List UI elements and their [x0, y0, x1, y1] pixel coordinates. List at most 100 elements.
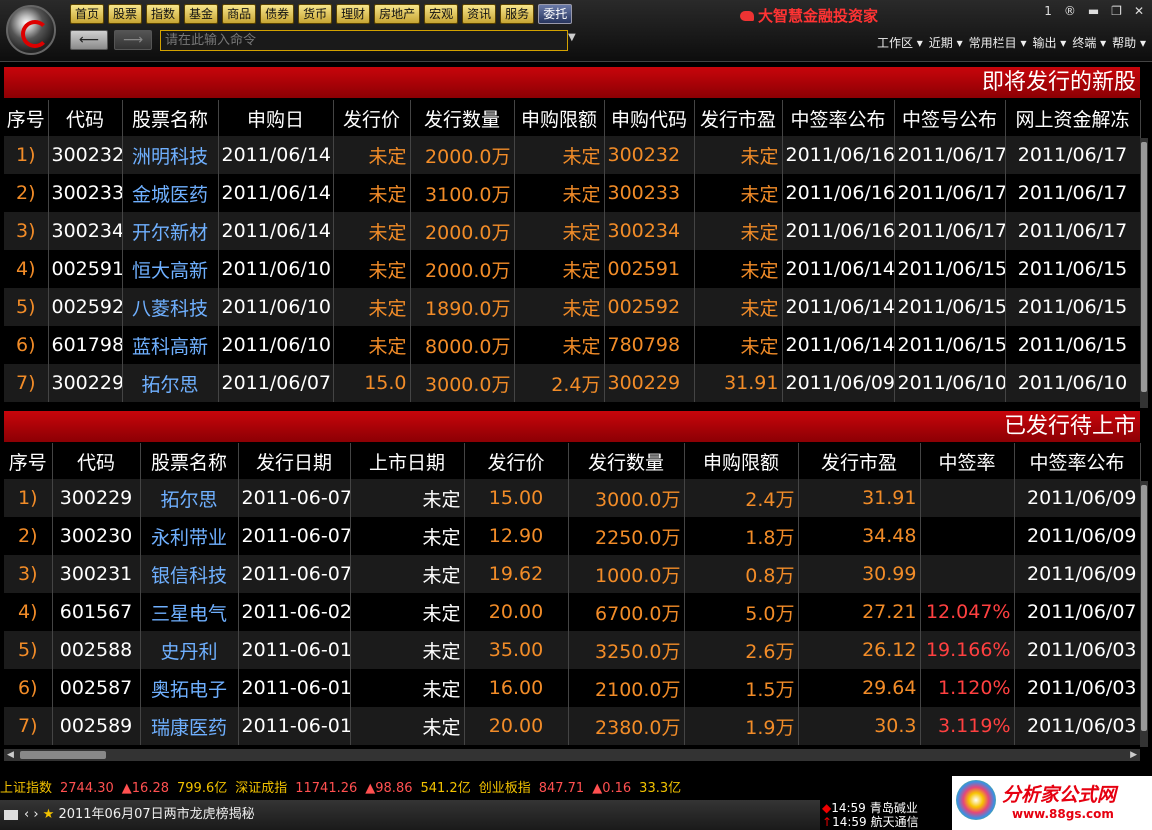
table-cell: 3250.0万: [568, 631, 685, 669]
right-menu-item-5[interactable]: 帮助 ▾: [1112, 34, 1146, 51]
mail-icon[interactable]: [4, 809, 18, 820]
command-dropdown-icon[interactable]: ▼: [568, 32, 576, 43]
table-cell: 0.8万: [684, 555, 799, 593]
upcoming-header-2[interactable]: 股票名称: [122, 100, 219, 136]
table-cell: 未定: [350, 593, 465, 631]
table-row[interactable]: 7) 002589 瑞康医药 2011-06-01 未定 20.00 2380.0万 1.9万…: [4, 707, 1141, 745]
pending-header-3[interactable]: 发行日期: [238, 443, 351, 479]
table-row[interactable]: 3) 300231 银信科技 2011-06-07 未定 19.62 1000.0万 0.8万…: [4, 555, 1141, 593]
upcoming-header-9[interactable]: 中签率公布: [782, 100, 895, 136]
pending-header-6[interactable]: 发行数量: [568, 443, 685, 479]
pending-header-1[interactable]: 代码: [52, 443, 141, 479]
table-cell: 2011/06/17: [894, 212, 1006, 250]
ticker-name[interactable]: 深证成指: [235, 781, 287, 796]
horizontal-scrollbar[interactable]: ◀ ▶: [4, 749, 1140, 761]
table-cell: [920, 517, 1015, 555]
right-menu-item-1[interactable]: 近期 ▾: [929, 34, 963, 51]
table-cell: 2011-06-07: [238, 479, 351, 517]
pending-header-5[interactable]: 发行价: [464, 443, 569, 479]
alert-item[interactable]: ↑14:59 航天通信: [822, 815, 950, 829]
upcoming-header-5[interactable]: 发行数量: [410, 100, 515, 136]
pending-header-10[interactable]: 中签率公布: [1014, 443, 1141, 479]
close-button[interactable]: ✕: [1134, 4, 1144, 18]
right-menu-item-0[interactable]: 工作区 ▾: [877, 34, 923, 51]
table-cell: 6): [4, 669, 53, 707]
menu-item-10[interactable]: 资讯: [462, 4, 497, 24]
pending-header-7[interactable]: 申购限额: [684, 443, 799, 479]
table-row[interactable]: 6) 601798 蓝科高新 2011/06/10 未定 8000.0万 未定 780798 未…: [4, 326, 1141, 364]
upcoming-header-0[interactable]: 序号: [4, 100, 49, 136]
alert-item[interactable]: ◆14:59 青岛碱业: [822, 801, 950, 815]
table-row[interactable]: 1) 300229 拓尔思 2011-06-07 未定 15.00 3000.0万 2.4万 3…: [4, 479, 1141, 517]
table-cell: 300234: [48, 212, 123, 250]
table-cell: 3100.0万: [410, 174, 515, 212]
upcoming-header-6[interactable]: 申购限额: [514, 100, 605, 136]
table-row[interactable]: 2) 300230 永利带业 2011-06-07 未定 12.90 2250.0万 1.8万…: [4, 517, 1141, 555]
table-cell: 2011/06/15: [1005, 326, 1141, 364]
table-row[interactable]: 6) 002587 奥拓电子 2011-06-01 未定 16.00 2100.0万 1.5万…: [4, 669, 1141, 707]
upcoming-header-10[interactable]: 中签号公布: [894, 100, 1006, 136]
back-button[interactable]: ⟵: [70, 30, 108, 50]
pending-scrollbar[interactable]: [1140, 481, 1148, 747]
pending-header-8[interactable]: 发行市盈: [798, 443, 921, 479]
news-headline[interactable]: 2011年06月07日两市龙虎榜揭秘: [58, 807, 254, 822]
right-menu-item-4[interactable]: 终端 ▾: [1072, 34, 1106, 51]
ticker-name[interactable]: 创业板指: [479, 781, 531, 796]
menu-item-11[interactable]: 服务: [500, 4, 535, 24]
scroll-left-icon[interactable]: ◀: [7, 750, 14, 760]
index-ticker: 上证指数 2744.30 ▲16.28 799.6亿 深证成指 11741.26 ▲98.8…: [0, 779, 820, 799]
menu-item-12[interactable]: 委托: [538, 4, 573, 24]
menu-item-1[interactable]: 股票: [108, 4, 143, 24]
pending-header-9[interactable]: 中签率: [920, 443, 1015, 479]
table-cell: 2380.0万: [568, 707, 685, 745]
table-row[interactable]: 4) 601567 三星电气 2011-06-02 未定 20.00 6700.0万 5.0万…: [4, 593, 1141, 631]
table-row[interactable]: 2) 300233 金城医药 2011/06/14 未定 3100.0万 未定 300233 未…: [4, 174, 1141, 212]
ticker-name[interactable]: 上证指数: [0, 781, 52, 796]
scroll-right-icon[interactable]: ▶: [1130, 750, 1137, 760]
forward-button[interactable]: ⟶: [114, 30, 152, 50]
upcoming-header-11[interactable]: 网上资金解冻: [1005, 100, 1141, 136]
table-row[interactable]: 5) 002588 史丹利 2011-06-01 未定 35.00 3250.0万 2.6万 2…: [4, 631, 1141, 669]
table-row[interactable]: 3) 300234 开尔新材 2011/06/14 未定 2000.0万 未定 300234 未…: [4, 212, 1141, 250]
menu-item-6[interactable]: 货币: [298, 4, 333, 24]
table-row[interactable]: 5) 002592 八菱科技 2011/06/10 未定 1890.0万 未定 002592 未…: [4, 288, 1141, 326]
command-input[interactable]: 请在此输入命令: [160, 30, 568, 51]
minimize-button[interactable]: ▬: [1088, 4, 1099, 18]
menu-item-9[interactable]: 宏观: [424, 4, 459, 24]
menu-item-8[interactable]: 房地产: [374, 4, 421, 24]
news-arrows-icon[interactable]: ‹ ›: [24, 807, 39, 822]
menu-item-5[interactable]: 债券: [260, 4, 295, 24]
menu-item-7[interactable]: 理财: [336, 4, 371, 24]
menu-item-3[interactable]: 基金: [184, 4, 219, 24]
table-cell: 2011/06/10: [894, 364, 1006, 402]
menu-item-4[interactable]: 商品: [222, 4, 257, 24]
upcoming-header-3[interactable]: 申购日: [218, 100, 334, 136]
right-menu-item-3[interactable]: 输出 ▾: [1032, 34, 1066, 51]
pending-header-0[interactable]: 序号: [4, 443, 53, 479]
table-cell: 未定: [694, 250, 783, 288]
upcoming-header-8[interactable]: 发行市盈: [694, 100, 783, 136]
table-cell: 2.4万: [514, 364, 605, 402]
upcoming-header-7[interactable]: 申购代码: [604, 100, 695, 136]
pending-header-4[interactable]: 上市日期: [350, 443, 465, 479]
ticker-change: ▲0.16: [592, 781, 632, 796]
pin-icon[interactable]: 1: [1044, 4, 1052, 18]
table-row[interactable]: 4) 002591 恒大高新 2011/06/10 未定 2000.0万 未定 002591 未…: [4, 250, 1141, 288]
right-menu-item-2[interactable]: 常用栏目 ▾: [969, 34, 1027, 51]
table-row[interactable]: 1) 300232 洲明科技 2011/06/14 未定 2000.0万 未定 300232 未…: [4, 136, 1141, 174]
table-cell: 3): [4, 212, 49, 250]
menu-item-0[interactable]: 首页: [70, 4, 105, 24]
maximize-button[interactable]: ❐: [1111, 4, 1122, 18]
table-cell: 4): [4, 593, 53, 631]
table-cell: 未定: [350, 555, 465, 593]
upcoming-header-4[interactable]: 发行价: [333, 100, 411, 136]
table-cell: 未定: [333, 250, 411, 288]
app-logo-icon[interactable]: [6, 5, 56, 55]
register-icon[interactable]: ®: [1064, 4, 1076, 18]
upcoming-header-1[interactable]: 代码: [48, 100, 123, 136]
pending-header-2[interactable]: 股票名称: [140, 443, 239, 479]
table-row[interactable]: 7) 300229 拓尔思 2011/06/07 15.0 3000.0万 2.4万 3002…: [4, 364, 1141, 402]
menu-item-2[interactable]: 指数: [146, 4, 181, 24]
table-cell: 2011/06/16: [782, 174, 895, 212]
upcoming-scrollbar[interactable]: [1140, 138, 1148, 408]
